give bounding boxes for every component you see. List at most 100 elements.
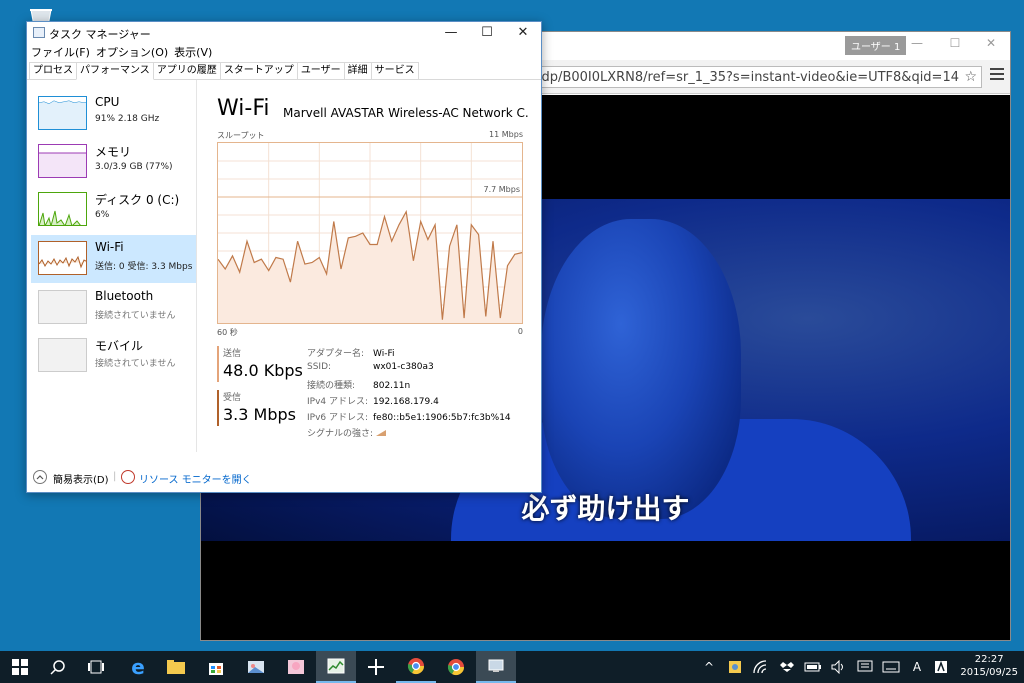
task-manager-taskbar-icon[interactable]	[316, 651, 356, 683]
maximize-icon[interactable]: ☐	[945, 36, 965, 52]
resource-value: 接続されていません	[95, 311, 176, 321]
tab-bar: プロセス パフォーマンス アプリの履歴 スタートアップ ユーザー 詳細 サービス	[27, 62, 541, 80]
resource-memory[interactable]: メモリ 3.0/3.9 GB (77%)	[31, 138, 196, 186]
tab-app-history[interactable]: アプリの履歴	[152, 62, 221, 79]
throughput-graph: 7.7 Mbps	[217, 142, 523, 324]
tab-users[interactable]: ユーザー	[296, 62, 345, 79]
graph-mid-label: 7.7 Mbps	[483, 185, 521, 194]
send-label: 送信	[223, 349, 242, 359]
video-subtitle: 必ず助け出す	[521, 492, 690, 525]
resource-wifi[interactable]: Wi-Fi 送信: 0 受信: 3.3 Mbps	[31, 235, 196, 283]
receive-indicator-bar	[217, 390, 219, 426]
tab-processes[interactable]: プロセス	[29, 62, 77, 79]
volume-icon[interactable]	[826, 651, 852, 683]
cpu-thumbnail-graph	[38, 96, 87, 130]
task-manager-titlebar[interactable]: タスク マネージャー — ☐ ✕	[27, 22, 541, 44]
store-icon[interactable]	[196, 651, 236, 683]
close-icon[interactable]: ✕	[505, 22, 541, 44]
property-row: 接続の種類: 802.11n	[307, 381, 411, 391]
resource-value: 3.0/3.9 GB (77%)	[95, 162, 173, 172]
resource-list: CPU 91% 2.18 GHz メモリ 3.0/3.9 GB (77%) ディ…	[27, 80, 197, 452]
ime-mode-indicator[interactable]: A	[904, 651, 930, 683]
task-view-icon[interactable]	[76, 651, 116, 683]
adapter-properties: アダプター名: Wi-Fi SSID: wx01-c380a3 接続の種類: 802.…	[307, 346, 511, 442]
action-center-icon[interactable]	[852, 651, 878, 683]
resource-name: CPU	[95, 95, 120, 109]
window-title: タスク マネージャー	[49, 28, 151, 41]
maximize-icon[interactable]: ☐	[469, 22, 505, 44]
resource-name: モバイル	[95, 339, 144, 353]
hamburger-menu-icon[interactable]	[990, 68, 1004, 83]
battery-icon[interactable]	[800, 651, 826, 683]
photos-app-icon[interactable]	[236, 651, 276, 683]
dropbox-icon[interactable]	[774, 651, 800, 683]
chevron-up-icon[interactable]	[33, 470, 47, 484]
taskbar: e ^ A 22:27 2015/09/25	[0, 651, 1024, 683]
property-row: アダプター名: Wi-Fi	[307, 349, 395, 359]
resource-disk[interactable]: ディスク 0 (C:) 6%	[31, 186, 196, 234]
chrome-icon[interactable]	[396, 651, 436, 683]
minimize-icon[interactable]: —	[433, 22, 469, 44]
start-button[interactable]	[0, 651, 40, 683]
resource-bluetooth[interactable]: Bluetooth 接続されていません	[31, 284, 196, 332]
resource-monitor-icon[interactable]	[121, 470, 135, 484]
send-stat: 送信 48.0 Kbps	[217, 346, 303, 382]
menu-view[interactable]: 表示(V)	[174, 44, 212, 62]
property-row: IPv4 アドレス: 192.168.179.4	[307, 397, 439, 407]
tab-details[interactable]: 詳細	[343, 62, 372, 79]
system-clock[interactable]: 22:27 2015/09/25	[960, 653, 1018, 679]
send-value: 48.0 Kbps	[223, 361, 303, 380]
anime-app-icon[interactable]	[276, 651, 316, 683]
edge-browser-icon[interactable]: e	[118, 651, 158, 683]
tab-performance[interactable]: パフォーマンス	[76, 62, 154, 80]
resource-monitor-link[interactable]: リソース モニターを開く	[139, 471, 252, 486]
resource-mobile[interactable]: モバイル 接続されていません	[31, 332, 196, 380]
menu-file[interactable]: ファイル(F)	[31, 44, 90, 62]
disk-thumbnail-graph	[38, 192, 87, 226]
search-icon[interactable]	[38, 651, 78, 683]
resource-value: 6%	[95, 210, 110, 220]
property-row: シグナルの強さ:	[307, 426, 511, 442]
menu-options[interactable]: オプション(O)	[96, 44, 168, 62]
show-hidden-icons-chevron-icon[interactable]: ^	[696, 651, 722, 683]
resource-name: ディスク 0 (C:)	[95, 193, 180, 207]
clock-date: 2015/09/25	[960, 667, 1018, 678]
task-manager-window: タスク マネージャー — ☐ ✕ ファイル(F) オプション(O) 表示(V) …	[26, 21, 542, 493]
wifi-tray-icon[interactable]	[748, 651, 774, 683]
close-icon[interactable]: ✕	[981, 36, 1001, 52]
memory-thumbnail-graph	[38, 144, 87, 178]
throughput-graph-svg	[217, 143, 523, 323]
graph-max-label: 11 Mbps	[489, 130, 523, 139]
resource-name: Bluetooth	[95, 289, 154, 303]
windows-logo-icon	[12, 659, 28, 675]
ime-options-icon[interactable]	[928, 651, 954, 683]
bluetooth-thumbnail-graph	[38, 290, 87, 324]
property-row: IPv6 アドレス: fe80::b5e1:1906:5b7:fc3b%14	[307, 413, 511, 423]
graph-zero-label: 0	[517, 327, 523, 336]
remote-desktop-icon[interactable]	[476, 651, 516, 683]
detail-title: Wi-Fi	[217, 96, 270, 121]
resource-value: 送信: 0 受信: 3.3 Mbps	[95, 262, 193, 272]
resource-value: 接続されていません	[95, 359, 176, 369]
chrome-alt-icon[interactable]	[436, 651, 476, 683]
tab-startup[interactable]: スタートアップ	[219, 62, 298, 79]
resource-cpu[interactable]: CPU 91% 2.18 GHz	[31, 90, 196, 138]
task-manager-footer: 簡易表示(D) | リソース モニターを開く	[27, 462, 541, 492]
tab-services[interactable]: サービス	[370, 62, 419, 79]
tray-app-icon[interactable]	[722, 651, 748, 683]
receive-stat: 受信 3.3 Mbps	[217, 390, 296, 426]
mobile-thumbnail-graph	[38, 338, 87, 372]
move-tool-icon[interactable]	[356, 651, 396, 683]
touch-keyboard-icon[interactable]	[878, 651, 904, 683]
adapter-name: Marvell AVASTAR Wireless-AC Network C...	[283, 106, 529, 120]
minimize-icon[interactable]: —	[907, 36, 927, 52]
profile-badge[interactable]: ユーザー 1	[845, 36, 907, 55]
menu-bar: ファイル(F) オプション(O) 表示(V)	[27, 44, 541, 62]
resource-name: メモリ	[95, 145, 132, 159]
bookmark-star-icon[interactable]: ☆	[964, 69, 977, 85]
fewer-details-link[interactable]: 簡易表示(D)	[53, 471, 109, 486]
graph-label-throughput: スループット	[217, 131, 265, 140]
file-explorer-icon[interactable]	[156, 651, 196, 683]
wifi-thumbnail-graph	[38, 241, 87, 275]
graph-time-label: 60 秒	[217, 328, 238, 337]
